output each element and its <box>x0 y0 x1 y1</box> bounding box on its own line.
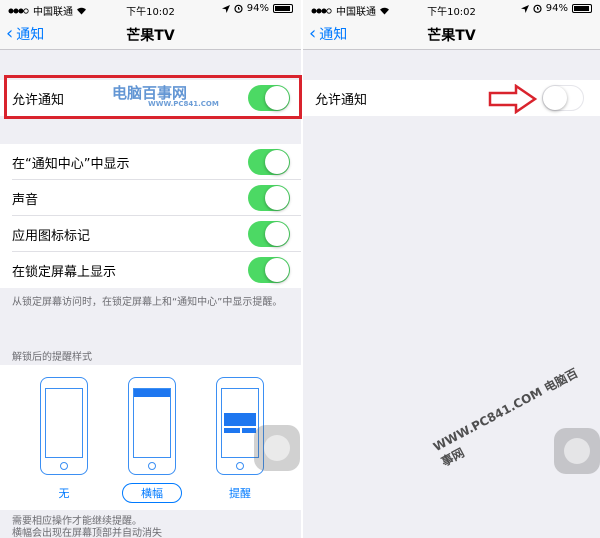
notification-center-toggle[interactable] <box>248 149 290 175</box>
alert-style-none-label[interactable]: 无 <box>34 485 94 501</box>
status-right: 94% <box>221 3 293 14</box>
alarm-icon <box>533 4 542 13</box>
allow-notifications-row: 允许通知 <box>303 80 600 116</box>
setting-label: 在“通知中心”中显示 <box>12 156 130 172</box>
phone-screen <box>45 388 83 458</box>
page-title: 芒果TV <box>427 28 476 44</box>
nav-bar: ‹ 通知 芒果TV <box>0 18 301 50</box>
setting-label: 声音 <box>12 192 39 208</box>
allow-notifications-toggle[interactable] <box>542 85 584 111</box>
battery-percent: 94% <box>246 3 269 14</box>
alert-preview <box>224 413 256 433</box>
alert-style-header: 解锁后的提醒样式 <box>12 352 92 363</box>
toggle-knob <box>265 150 289 174</box>
alert-style-alert-label[interactable]: 提醒 <box>210 485 270 501</box>
lock-screen-toggle[interactable] <box>248 257 290 283</box>
home-button-icon <box>236 462 244 470</box>
alert-style-banner-option[interactable] <box>128 377 176 475</box>
badge-toggle[interactable] <box>248 221 290 247</box>
allow-notifications-label: 允许通知 <box>315 92 368 108</box>
bottom-note-line-2: 横幅会出现在屏幕顶部并自动消失 <box>12 528 162 538</box>
phone-screen <box>133 388 171 458</box>
alert-style-none-option[interactable] <box>40 377 88 475</box>
battery-percent: 94% <box>545 3 568 14</box>
status-right: 94% <box>520 3 592 14</box>
battery-icon <box>572 4 592 13</box>
banner-preview <box>134 389 170 397</box>
assistive-touch-button[interactable] <box>554 428 600 474</box>
bottom-note-line-1: 需要相应操作才能继续提醒。 <box>12 516 142 527</box>
alarm-icon <box>234 4 243 13</box>
home-button-icon <box>60 462 68 470</box>
battery-icon <box>273 4 293 13</box>
nav-bar: ‹ 通知 芒果TV <box>303 18 600 50</box>
setting-row-notification-center: 在“通知中心”中显示 <box>0 144 301 180</box>
status-bar: 中国联通 下午10:02 94% <box>0 0 301 18</box>
location-icon <box>520 4 529 13</box>
alert-style-banner-label[interactable]: 横幅 <box>122 483 182 503</box>
page-title: 芒果TV <box>126 28 175 44</box>
status-bar: 中国联通 下午10:02 94% <box>303 0 600 18</box>
watermark-logo-subtext: WWW.PC841.COM <box>148 100 219 108</box>
setting-label: 应用图标标记 <box>12 228 91 244</box>
lock-screen-footnote: 从锁定屏幕访问时，在锁定屏幕上和“通知中心”中显示提醒。 <box>12 297 283 308</box>
toggle-knob <box>265 258 289 282</box>
bottom-note: 需要相应操作才能继续提醒。 横幅会出现在屏幕顶部并自动消失 <box>12 516 289 538</box>
setting-label: 在锁定屏幕上显示 <box>12 264 117 280</box>
location-icon <box>221 4 230 13</box>
setting-row-badge: 应用图标标记 <box>0 216 301 252</box>
sound-toggle[interactable] <box>248 185 290 211</box>
home-button-icon <box>148 462 156 470</box>
setting-row-lock-screen: 在锁定屏幕上显示 <box>0 252 301 288</box>
toggle-knob <box>543 86 567 110</box>
toggle-knob <box>265 222 289 246</box>
setting-row-sound: 声音 <box>0 180 301 216</box>
arrow-right-annotation-icon <box>488 84 538 114</box>
assistive-touch-button[interactable] <box>254 425 300 471</box>
toggle-knob <box>265 186 289 210</box>
